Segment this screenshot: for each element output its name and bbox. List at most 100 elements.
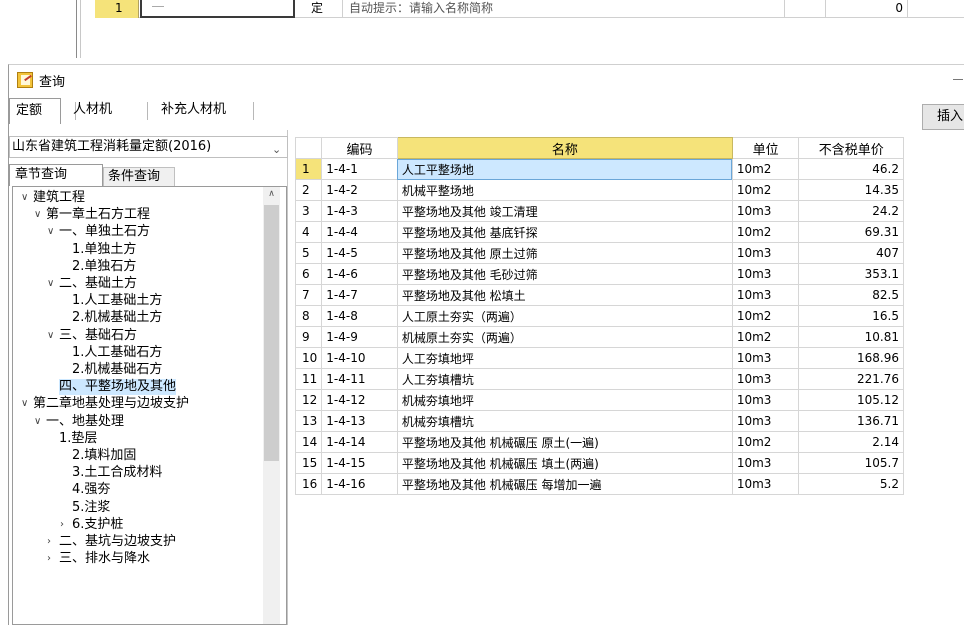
chevron-down-icon[interactable]: ∨ <box>21 396 31 412</box>
name-cell[interactable]: 平整场地及其他 竣工清理 <box>396 200 733 222</box>
row-number-cell[interactable]: 1 <box>294 158 323 180</box>
quota-grid[interactable]: 编码 名称 单位 不含税单价 1 1-4-1 人工平整场地 10m2 46.2 2 1-4-… <box>294 137 904 545</box>
table-row[interactable]: 1 1-4-1 人工平整场地 10m2 46.2 <box>294 158 904 180</box>
unit-cell[interactable]: 10m3 <box>731 242 800 264</box>
unit-cell[interactable]: 10m2 <box>731 179 800 201</box>
tab-condition-query[interactable]: 条件查询 <box>103 167 175 186</box>
tree-item[interactable]: 1.人工基础土方 <box>72 293 162 309</box>
header-name[interactable]: 名称 <box>396 137 733 159</box>
row-number-cell[interactable]: 5 <box>294 242 323 264</box>
table-row[interactable]: 9 1-4-9 机械原土夯实（两遍） 10m2 10.81 <box>294 326 904 348</box>
name-cell[interactable]: 机械夯填地坪 <box>396 389 733 411</box>
chevron-down-icon[interactable]: ∨ <box>47 328 57 344</box>
price-cell[interactable]: 353.1 <box>798 263 904 285</box>
price-cell[interactable]: 168.96 <box>798 347 904 369</box>
table-row[interactable]: 12 1-4-12 机械夯填地坪 10m3 105.12 <box>294 389 904 411</box>
code-cell[interactable]: 1-4-16 <box>321 473 398 495</box>
tree-item[interactable]: ∨ 第二章地基处理与边坡支护 <box>21 396 189 412</box>
row-number-cell[interactable]: 13 <box>294 410 323 432</box>
code-cell[interactable]: 1-4-3 <box>321 200 398 222</box>
chevron-down-icon[interactable]: ⌄ <box>272 140 281 160</box>
unit-cell[interactable]: 10m2 <box>731 431 800 453</box>
header-unit[interactable]: 单位 <box>731 137 800 159</box>
tree-item[interactable]: 3.土工合成材料 <box>72 465 162 481</box>
tree-item[interactable]: 2.填料加固 <box>72 448 136 464</box>
unit-cell[interactable]: 10m2 <box>731 158 800 180</box>
tree-item[interactable]: 1.垫层 <box>59 431 97 447</box>
scroll-up-icon[interactable]: ∧ <box>263 189 280 203</box>
row-number-cell[interactable]: 14 <box>294 431 323 453</box>
tree-item[interactable]: 2.机械基础石方 <box>72 362 162 378</box>
price-cell[interactable]: 14.35 <box>798 179 904 201</box>
tree-item[interactable]: 4.强夯 <box>72 482 110 498</box>
background-code-cell[interactable] <box>140 0 295 18</box>
header-price-excl-tax[interactable]: 不含税单价 <box>798 137 904 159</box>
tab-labor-material-machine[interactable]: 人材机 <box>67 98 145 124</box>
row-number-cell[interactable]: 15 <box>294 452 323 474</box>
header-code[interactable]: 编码 <box>321 137 398 159</box>
row-number-cell[interactable]: 4 <box>294 221 323 243</box>
name-cell[interactable]: 平整场地及其他 机械碾压 原土(一遍) <box>396 431 733 453</box>
row-number-cell[interactable]: 16 <box>294 473 323 495</box>
row-number-cell[interactable]: 10 <box>294 347 323 369</box>
table-row[interactable]: 5 1-4-5 平整场地及其他 原土过筛 10m3 407 <box>294 242 904 264</box>
name-cell[interactable]: 机械平整场地 <box>396 179 733 201</box>
table-row[interactable]: 6 1-4-6 平整场地及其他 毛砂过筛 10m3 353.1 <box>294 263 904 285</box>
code-cell[interactable]: 1-4-1 <box>321 158 398 180</box>
row-number-cell[interactable]: 6 <box>294 263 323 285</box>
name-cell[interactable]: 平整场地及其他 机械碾压 每增加一遍 <box>396 473 733 495</box>
name-cell[interactable]: 机械原土夯实（两遍） <box>396 326 733 348</box>
unit-cell[interactable]: 10m3 <box>731 473 800 495</box>
table-row[interactable]: 8 1-4-8 人工原土夯实（两遍） 10m2 16.5 <box>294 305 904 327</box>
price-cell[interactable]: 46.2 <box>798 158 904 180</box>
tree-item[interactable]: ∨ 第一章土石方工程 <box>34 207 150 223</box>
code-cell[interactable]: 1-4-4 <box>321 221 398 243</box>
price-cell[interactable]: 24.2 <box>798 200 904 222</box>
table-row[interactable]: 15 1-4-15 平整场地及其他 机械碾压 填土(两遍) 10m3 105.7 <box>294 452 904 474</box>
chevron-down-icon[interactable]: ∨ <box>47 276 57 292</box>
name-cell[interactable]: 平整场地及其他 毛砂过筛 <box>396 263 733 285</box>
name-cell[interactable]: 平整场地及其他 松填土 <box>396 284 733 306</box>
tree-item[interactable]: › 二、基坑与边坡支护 <box>47 534 176 550</box>
chapter-tree[interactable]: ∨ 建筑工程 ∨ 第一章土石方工程 ∨ 一、单独土石方 1.单独土方 2.单独石方 ∨ 二、基础土… <box>12 186 287 625</box>
unit-cell[interactable]: 10m2 <box>731 326 800 348</box>
price-cell[interactable]: 407 <box>798 242 904 264</box>
code-cell[interactable]: 1-4-12 <box>321 389 398 411</box>
tree-item[interactable]: ∨ 建筑工程 <box>21 190 85 206</box>
tree-item[interactable]: › 三、排水与降水 <box>47 551 150 567</box>
name-cell[interactable]: 机械夯填槽坑 <box>396 410 733 432</box>
quota-database-select[interactable]: 山东省建筑工程消耗量定额(2016) ⌄ <box>9 136 288 158</box>
table-row[interactable]: 2 1-4-2 机械平整场地 10m2 14.35 <box>294 179 904 201</box>
code-cell[interactable]: 1-4-2 <box>321 179 398 201</box>
unit-cell[interactable]: 10m3 <box>731 368 800 390</box>
price-cell[interactable]: 2.14 <box>798 431 904 453</box>
code-cell[interactable]: 1-4-11 <box>321 368 398 390</box>
code-cell[interactable]: 1-4-7 <box>321 284 398 306</box>
price-cell[interactable]: 105.7 <box>798 452 904 474</box>
name-cell[interactable]: 人工原土夯实（两遍） <box>396 305 733 327</box>
table-row[interactable]: 7 1-4-7 平整场地及其他 松填土 10m3 82.5 <box>294 284 904 306</box>
unit-cell[interactable]: 10m3 <box>731 452 800 474</box>
tree-item[interactable]: 1.单独土方 <box>72 242 136 258</box>
chevron-down-icon[interactable]: ∨ <box>21 190 31 206</box>
price-cell[interactable]: 82.5 <box>798 284 904 306</box>
price-cell[interactable]: 105.12 <box>798 389 904 411</box>
code-cell[interactable]: 1-4-15 <box>321 452 398 474</box>
row-number-cell[interactable]: 12 <box>294 389 323 411</box>
unit-cell[interactable]: 10m2 <box>731 305 800 327</box>
table-row[interactable]: 13 1-4-13 机械夯填槽坑 10m3 136.71 <box>294 410 904 432</box>
table-row[interactable]: 3 1-4-3 平整场地及其他 竣工清理 10m3 24.2 <box>294 200 904 222</box>
table-row[interactable]: 4 1-4-4 平整场地及其他 基底钎探 10m2 69.31 <box>294 221 904 243</box>
tab-chapter-query[interactable]: 章节查询 <box>9 164 103 186</box>
price-cell[interactable]: 136.71 <box>798 410 904 432</box>
unit-cell[interactable]: 10m3 <box>731 389 800 411</box>
unit-cell[interactable]: 10m3 <box>731 263 800 285</box>
price-cell[interactable]: 5.2 <box>798 473 904 495</box>
price-cell[interactable]: 16.5 <box>798 305 904 327</box>
unit-cell[interactable]: 10m3 <box>731 200 800 222</box>
chevron-right-icon[interactable]: › <box>60 517 70 533</box>
chevron-down-icon[interactable]: ∨ <box>47 224 57 240</box>
code-cell[interactable]: 1-4-14 <box>321 431 398 453</box>
scrollbar-thumb[interactable] <box>264 205 279 461</box>
code-cell[interactable]: 1-4-9 <box>321 326 398 348</box>
